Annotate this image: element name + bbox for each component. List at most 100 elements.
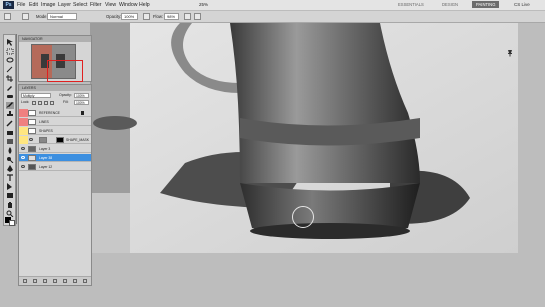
canvas-pin-icon[interactable] [506, 44, 514, 57]
history-brush-tool-icon[interactable] [6, 120, 14, 127]
zoom-level[interactable]: 25% [199, 1, 208, 9]
lock-position-icon[interactable] [44, 101, 48, 105]
healing-brush-tool-icon[interactable] [6, 93, 14, 100]
link-layers-icon[interactable] [23, 279, 27, 283]
menu-window[interactable]: Window [119, 1, 137, 9]
visibility-eye-icon[interactable] [21, 165, 25, 168]
lock-all-icon[interactable] [50, 101, 54, 105]
gradient-tool-icon[interactable] [6, 138, 14, 145]
layer-thumbnail [28, 164, 36, 170]
layer-thumbnail [28, 110, 36, 116]
layer-color-tag [19, 118, 28, 126]
tools-panel [3, 34, 16, 226]
layer-mask-thumbnail[interactable] [56, 137, 64, 143]
options-bar: Mode: Normal Opacity: 100% Flow: 98% [0, 11, 545, 23]
layer-thumbnail [28, 146, 36, 152]
layers-footer [19, 276, 91, 285]
menu-layer[interactable]: Layer [58, 1, 71, 9]
layers-title: LAYERS [19, 85, 91, 91]
layer-name: SHAPE_MASK [66, 138, 89, 142]
layer-row-layer-12[interactable]: Layer 12 [19, 163, 91, 171]
airbrush-icon[interactable] [184, 13, 191, 20]
new-layer-icon[interactable] [73, 279, 77, 283]
layer-opacity-input[interactable]: 100% [74, 93, 89, 98]
layers-panel: LAYERS Multiply Opacity: 100% Lock: Fill… [18, 84, 92, 286]
fill-input[interactable]: 100% [74, 100, 89, 105]
adjustment-layer-icon[interactable] [53, 279, 57, 283]
layer-color-tag [19, 109, 28, 117]
brush-tool-icon[interactable] [6, 102, 14, 109]
layer-color-tag [19, 136, 28, 144]
marquee-tool-icon[interactable] [6, 48, 14, 55]
menu-edit[interactable]: Edit [29, 1, 38, 9]
pressure-opacity-icon[interactable] [143, 13, 150, 20]
eraser-tool-icon[interactable] [6, 129, 14, 136]
shape-tool-icon[interactable] [6, 192, 14, 199]
opacity-input[interactable]: 100% [121, 13, 138, 20]
add-mask-icon[interactable] [43, 279, 47, 283]
magic-wand-tool-icon[interactable] [6, 66, 14, 73]
layer-row-reference[interactable]: REFERENCE [19, 109, 91, 117]
pressure-size-icon[interactable] [194, 13, 201, 20]
fill-label: Fill: [63, 100, 69, 104]
move-tool-icon[interactable] [6, 39, 14, 46]
workspace-essentials[interactable]: ESSENTIALS [398, 1, 424, 8]
layer-name: SHAPES [39, 129, 53, 133]
hand-tool-icon[interactable] [6, 201, 14, 208]
workspace-design[interactable]: DESIGN [442, 1, 458, 8]
flow-input[interactable]: 98% [164, 13, 179, 20]
crop-tool-icon[interactable] [6, 75, 14, 82]
layer-row-shapes[interactable]: SHAPES [19, 127, 91, 135]
navigator-view-box[interactable] [47, 60, 83, 82]
cs-live-button[interactable]: CS Live [514, 1, 530, 9]
brush-cursor [292, 206, 314, 228]
layer-color-tag [19, 127, 28, 135]
lock-icon [81, 111, 84, 115]
navigator-panel: NAVIGATOR [18, 35, 92, 82]
mode-select[interactable]: Normal [47, 13, 77, 20]
menu-image[interactable]: Image [41, 1, 55, 9]
layer-thumbnail [39, 137, 47, 143]
menu-view[interactable]: View [105, 1, 116, 9]
layer-name: REFERENCE [39, 111, 60, 115]
layer-name: LINES [39, 120, 49, 124]
visibility-eye-icon[interactable] [21, 147, 25, 150]
app-logo: Ps [3, 1, 14, 9]
brush-preset-icon[interactable] [4, 13, 11, 20]
dodge-tool-icon[interactable] [6, 156, 14, 163]
lock-image-icon[interactable] [38, 101, 42, 105]
brush-panel-icon[interactable] [22, 13, 29, 20]
lasso-tool-icon[interactable] [6, 57, 14, 64]
workspace-painting[interactable]: PAINTING [472, 1, 500, 8]
layer-row-shape-mask[interactable]: SHAPE_MASK [19, 136, 91, 144]
clone-stamp-tool-icon[interactable] [6, 111, 14, 118]
layer-row-layer-38[interactable]: Layer 38 [19, 154, 91, 162]
blend-mode-select[interactable]: Multiply [21, 93, 51, 98]
layer-row-lines[interactable]: LINES [19, 118, 91, 126]
visibility-eye-icon[interactable] [21, 156, 25, 159]
menu-help[interactable]: Help [139, 1, 150, 9]
background-color-swatch[interactable] [9, 220, 15, 226]
navigator-thumbnail[interactable] [31, 44, 83, 82]
menu-filter[interactable]: Filter [90, 1, 102, 9]
pen-tool-icon[interactable] [6, 165, 14, 172]
path-selection-tool-icon[interactable] [6, 183, 14, 190]
layer-thumbnail [28, 128, 36, 134]
layer-row-layer-3[interactable]: Layer 3 [19, 145, 91, 153]
delete-layer-icon[interactable] [83, 279, 87, 283]
lock-label: Lock: [21, 100, 30, 104]
opacity-label: Opacity: [106, 14, 122, 19]
mode-label: Mode: [36, 14, 48, 19]
blur-tool-icon[interactable] [6, 147, 14, 154]
layer-name: Layer 38 [39, 156, 53, 160]
menu-select[interactable]: Select [73, 1, 87, 9]
menu-file[interactable]: File [17, 1, 25, 9]
layer-opacity-label: Opacity: [59, 93, 72, 97]
layer-style-icon[interactable] [33, 279, 37, 283]
lock-transparent-icon[interactable] [32, 101, 36, 105]
visibility-eye-icon[interactable] [29, 138, 33, 141]
eyedropper-tool-icon[interactable] [6, 84, 14, 91]
type-tool-icon[interactable] [6, 174, 14, 181]
new-group-icon[interactable] [63, 279, 67, 283]
zoom-tool-icon[interactable] [6, 210, 14, 217]
